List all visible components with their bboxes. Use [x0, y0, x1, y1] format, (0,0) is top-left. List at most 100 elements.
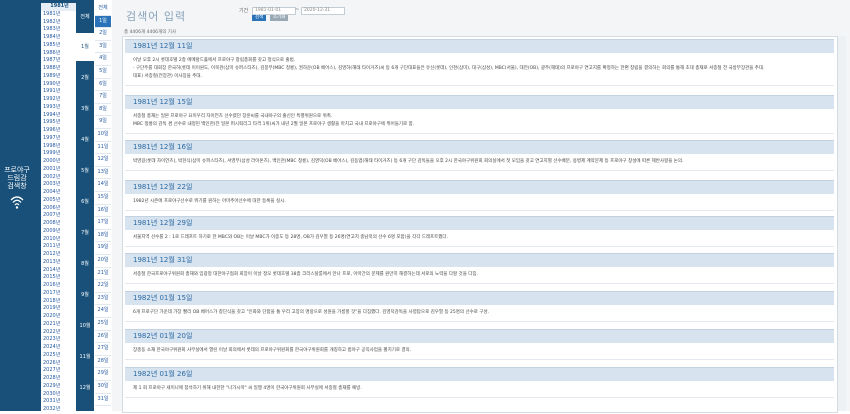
- day-item[interactable]: 12일: [95, 154, 111, 167]
- day-item[interactable]: 19일: [95, 242, 111, 255]
- day-item[interactable]: 17일: [95, 217, 111, 230]
- year-item[interactable]: 1988년: [41, 65, 76, 73]
- year-item[interactable]: 2011년: [41, 243, 76, 251]
- year-item[interactable]: 1993년: [41, 104, 76, 112]
- article-date[interactable]: 1981년 12월 22일: [125, 180, 834, 194]
- year-item[interactable]: 2005년: [41, 197, 76, 205]
- year-item[interactable]: 2031년: [41, 398, 76, 406]
- year-item[interactable]: 1987년: [41, 57, 76, 65]
- brand-logo[interactable]: 프로야구 드림감 검색창: [2, 166, 32, 210]
- year-item[interactable]: 2022년: [41, 329, 76, 337]
- year-item[interactable]: 2000년: [41, 158, 76, 166]
- year-item[interactable]: 1998년: [41, 143, 76, 151]
- day-item[interactable]: 29일: [95, 368, 111, 381]
- month-item[interactable]: 4월: [76, 126, 94, 154]
- year-item[interactable]: 2001년: [41, 166, 76, 174]
- year-item[interactable]: 2025년: [41, 352, 76, 360]
- day-item[interactable]: 5일: [95, 66, 111, 79]
- day-item[interactable]: 3일: [95, 41, 111, 54]
- year-item[interactable]: 2009년: [41, 228, 76, 236]
- month-item[interactable]: 6월: [76, 188, 94, 216]
- day-item[interactable]: 7일: [95, 91, 111, 104]
- day-item[interactable]: 20일: [95, 255, 111, 268]
- year-item[interactable]: 2020년: [41, 313, 76, 321]
- day-item[interactable]: 1일: [95, 15, 111, 29]
- day-item[interactable]: 9일: [95, 116, 111, 129]
- day-item[interactable]: 30일: [95, 381, 111, 394]
- day-item[interactable]: 6일: [95, 79, 111, 92]
- day-item[interactable]: 26일: [95, 331, 111, 344]
- search-button[interactable]: 검색: [252, 15, 267, 21]
- day-item[interactable]: 11일: [95, 142, 111, 155]
- month-item[interactable]: 2월: [76, 64, 94, 92]
- year-item[interactable]: 2016년: [41, 282, 76, 290]
- year-item[interactable]: 2026년: [41, 360, 76, 368]
- year-item[interactable]: 2002년: [41, 174, 76, 182]
- month-item[interactable]: 10월: [76, 312, 94, 340]
- year-item[interactable]: 1999년: [41, 150, 76, 158]
- article-date[interactable]: 1982년 01월 26일: [125, 367, 834, 381]
- year-item[interactable]: 2010년: [41, 236, 76, 244]
- month-item[interactable]: 7월: [76, 219, 94, 247]
- day-item[interactable]: 13일: [95, 167, 111, 180]
- day-item[interactable]: 8일: [95, 104, 111, 117]
- day-item[interactable]: 28일: [95, 356, 111, 369]
- year-item[interactable]: 1981년: [41, 3, 76, 11]
- day-item[interactable]: 25일: [95, 318, 111, 331]
- month-item[interactable]: 5월: [76, 157, 94, 185]
- year-item[interactable]: 2015년: [41, 274, 76, 282]
- day-item[interactable]: 10일: [95, 129, 111, 142]
- article-date[interactable]: 1981년 12월 15일: [125, 95, 834, 109]
- day-item[interactable]: 16일: [95, 205, 111, 218]
- year-item[interactable]: 2032년: [41, 406, 76, 414]
- year-item[interactable]: 2030년: [41, 391, 76, 399]
- year-item[interactable]: 2028년: [41, 375, 76, 383]
- article-date[interactable]: 1981년 12월 31일: [125, 253, 834, 267]
- article-date[interactable]: 1982년 01월 20일: [125, 329, 834, 343]
- day-item[interactable]: 15일: [95, 192, 111, 205]
- article-list[interactable]: 1981년 12월 11일 이날 오후 2시 롯데호텔 2층 에메랄드홀에서 프로…: [122, 36, 838, 413]
- month-item[interactable]: 3월: [76, 95, 94, 123]
- scrollbar[interactable]: [838, 36, 846, 411]
- day-item[interactable]: 14일: [95, 179, 111, 192]
- year-item[interactable]: 2019년: [41, 305, 76, 313]
- year-item[interactable]: 1981년: [41, 11, 76, 19]
- year-item[interactable]: 2012년: [41, 251, 76, 259]
- year-item[interactable]: 1995년: [41, 119, 76, 127]
- article-date[interactable]: 1981년 12월 16일: [125, 140, 834, 154]
- day-item[interactable]: 2일: [95, 28, 111, 41]
- year-item[interactable]: 2007년: [41, 212, 76, 220]
- year-item[interactable]: 2004년: [41, 189, 76, 197]
- year-item[interactable]: 1997년: [41, 135, 76, 143]
- year-item[interactable]: 2013년: [41, 259, 76, 267]
- month-item[interactable]: 1월: [76, 33, 94, 61]
- end-date-field[interactable]: 2020-12-31: [301, 7, 345, 15]
- year-item[interactable]: 1994년: [41, 112, 76, 120]
- year-item[interactable]: 1986년: [41, 50, 76, 58]
- year-item[interactable]: 1985년: [41, 42, 76, 50]
- day-item[interactable]: 23일: [95, 293, 111, 306]
- day-item[interactable]: 4일: [95, 53, 111, 66]
- year-item[interactable]: 2029년: [41, 383, 76, 391]
- year-item[interactable]: 2008년: [41, 220, 76, 228]
- year-item[interactable]: 1992년: [41, 96, 76, 104]
- day-item[interactable]: 24일: [95, 305, 111, 318]
- year-item[interactable]: 2023년: [41, 336, 76, 344]
- year-item[interactable]: 2024년: [41, 344, 76, 352]
- month-item[interactable]: 8월: [76, 250, 94, 278]
- reset-button[interactable]: 초기화: [270, 15, 289, 21]
- article-date[interactable]: 1981년 12월 29일: [125, 216, 834, 230]
- month-item[interactable]: 전체: [76, 3, 94, 31]
- year-item[interactable]: 2017년: [41, 290, 76, 298]
- year-item[interactable]: 1990년: [41, 81, 76, 89]
- year-item[interactable]: 1989년: [41, 73, 76, 81]
- day-item[interactable]: 22일: [95, 280, 111, 293]
- year-item[interactable]: 1996년: [41, 127, 76, 135]
- day-item[interactable]: 31일: [95, 394, 111, 407]
- article-date[interactable]: 1982년 01월 15일: [125, 291, 834, 305]
- year-item[interactable]: 2021년: [41, 321, 76, 329]
- day-item[interactable]: 27일: [95, 343, 111, 356]
- day-item[interactable]: 21일: [95, 268, 111, 281]
- year-item[interactable]: 1984년: [41, 34, 76, 42]
- year-item[interactable]: 2018년: [41, 298, 76, 306]
